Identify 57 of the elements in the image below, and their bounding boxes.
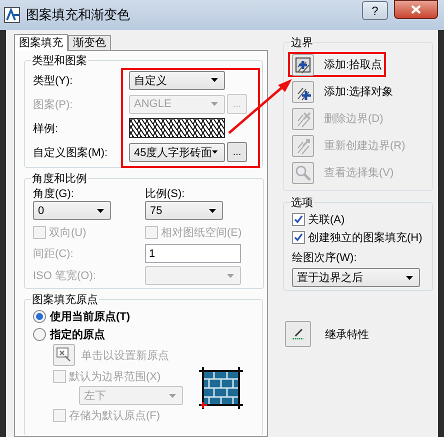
checkbox[interactable] xyxy=(292,230,305,244)
dropdown-arrow-icon xyxy=(227,274,234,278)
dropdown[interactable]: 45度人字形砖面 xyxy=(129,142,225,162)
window-title: 图案填充和渐变色 xyxy=(26,6,130,24)
dropdown-arrow-icon xyxy=(406,276,413,280)
set-origin-button[interactable] xyxy=(53,344,75,366)
field-label: 间距(C): xyxy=(33,247,74,261)
field-label: 样例: xyxy=(33,122,60,136)
field-label: 自定义图案(M): xyxy=(33,146,109,160)
brick-preview-icon xyxy=(199,367,243,409)
radio-label: 使用当前原点(T) xyxy=(50,310,130,324)
help-button[interactable]: ? xyxy=(362,1,388,20)
dropdown[interactable]: 自定义 xyxy=(129,70,225,90)
checkbox[interactable] xyxy=(292,212,305,226)
pick-origin-icon xyxy=(56,347,72,363)
group-title: 图案填充原点 xyxy=(31,292,99,307)
checkbox-label: 关联(A) xyxy=(308,212,345,226)
boundary-button[interactable]: 添加:选择对象 xyxy=(288,79,398,104)
checkbox-label: 双向(U) xyxy=(49,226,86,240)
group-title: 角度和比例 xyxy=(31,172,88,186)
dropdown[interactable]: 75 xyxy=(145,201,223,220)
field-label: 比例(S): xyxy=(145,187,186,201)
app-icon xyxy=(4,7,20,23)
dropdown-arrow-icon xyxy=(169,394,176,398)
field-label: 角度(G): xyxy=(33,186,75,201)
inherit-properties-button[interactable] xyxy=(285,321,311,347)
dropdown[interactable]: 0 xyxy=(33,201,111,220)
group-title: 边界 xyxy=(290,36,314,50)
field-label: 绘图次序(W): xyxy=(292,250,358,265)
radio-label: 指定的原点 xyxy=(50,328,105,342)
dropdown-arrow-icon xyxy=(211,78,218,82)
checkbox-label: 默认为边界范围(X) xyxy=(69,370,161,384)
group-title: 类型和图案 xyxy=(31,54,88,68)
field-label: ISO 笔宽(O): xyxy=(33,268,97,283)
checkbox-label: 相对图纸空间(E) xyxy=(161,226,242,240)
inherit-label: 继承特性 xyxy=(325,328,369,342)
tab[interactable]: 渐变色 xyxy=(68,35,111,50)
group-title: 选项 xyxy=(290,196,314,210)
close-icon xyxy=(411,5,421,14)
dropdown[interactable]: 置于边界之后 xyxy=(292,268,420,287)
radio-button[interactable] xyxy=(33,310,46,322)
dropdown-arrow-icon xyxy=(209,208,216,212)
browse-button[interactable]: ... xyxy=(227,142,247,162)
set-origin-label: 单击以设置新原点 xyxy=(81,348,169,362)
boundary-button[interactable]: 添加:拾取点 xyxy=(288,52,386,77)
close-button[interactable] xyxy=(394,0,438,19)
tab[interactable]: 图案填充 xyxy=(14,34,68,51)
field-label: 图案(P): xyxy=(33,98,74,112)
dropdown-arrow-icon xyxy=(212,150,218,154)
dropdown-arrow-icon xyxy=(211,102,218,106)
field-label: 类型(Y): xyxy=(33,74,74,88)
checkbox-label: 创建独立的图案填充(H) xyxy=(308,230,422,244)
search-icon xyxy=(294,164,312,182)
pick-point-icon xyxy=(294,56,312,74)
dropdown-arrow-icon xyxy=(97,208,104,212)
checkbox-label: 存储为默认原点(F) xyxy=(69,408,160,422)
radio-button[interactable] xyxy=(33,328,46,340)
